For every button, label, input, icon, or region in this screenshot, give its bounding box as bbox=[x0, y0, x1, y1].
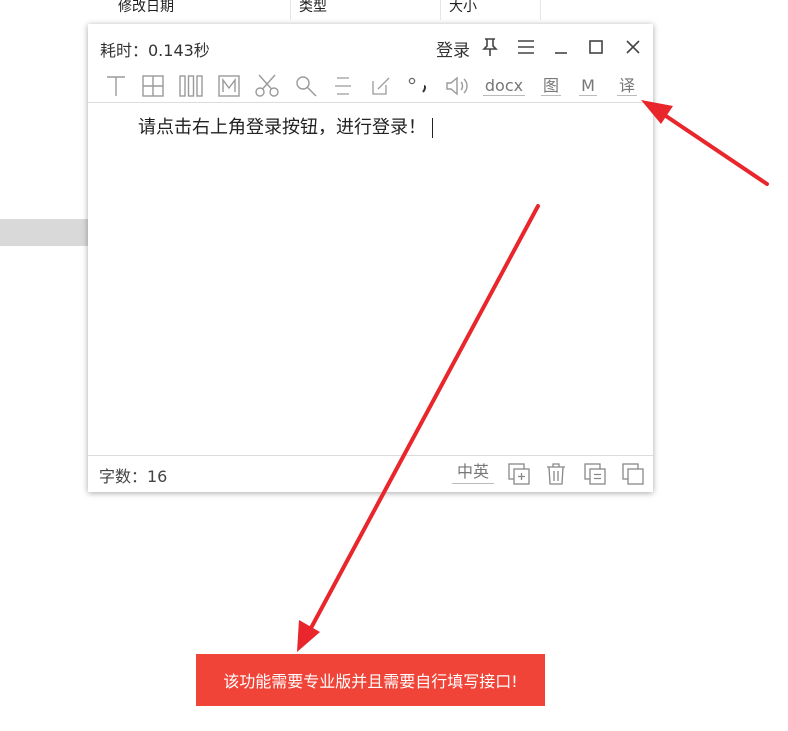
edit-icon[interactable] bbox=[370, 72, 392, 100]
copy-text-icon[interactable] bbox=[584, 463, 606, 485]
word-count: 字数：16 bbox=[99, 467, 168, 486]
minimize-icon[interactable] bbox=[550, 36, 572, 58]
docx-label: docx bbox=[482, 75, 526, 96]
speaker-icon[interactable] bbox=[444, 72, 470, 100]
add-page-icon[interactable] bbox=[508, 463, 530, 485]
column-type[interactable]: 类型 bbox=[291, 0, 441, 20]
trash-icon[interactable] bbox=[545, 463, 567, 485]
background-selection-bar bbox=[0, 219, 88, 246]
translate-button[interactable]: 译 bbox=[616, 72, 638, 100]
m-label: M bbox=[579, 75, 597, 96]
align-lines-icon[interactable] bbox=[332, 72, 354, 100]
pin-icon[interactable] bbox=[479, 36, 501, 58]
elapsed-time: 耗时：0.143秒 bbox=[100, 41, 210, 60]
arrow-to-toast-head bbox=[297, 620, 320, 652]
scissors-icon[interactable] bbox=[254, 72, 280, 100]
title-bar[interactable]: 耗时：0.143秒 登录 bbox=[88, 24, 653, 68]
maximize-icon[interactable] bbox=[585, 36, 607, 58]
text-caret bbox=[432, 118, 433, 138]
language-toggle[interactable]: 中英 bbox=[452, 461, 495, 484]
editor-content: 请点击右上角登录按钮，进行登录！ bbox=[138, 113, 433, 139]
login-button[interactable]: 登录 bbox=[436, 36, 470, 61]
translate-label: 译 bbox=[616, 75, 637, 96]
arrow-to-translate-line bbox=[658, 110, 769, 186]
markdown-box-icon[interactable] bbox=[217, 72, 241, 100]
docx-button[interactable]: docx bbox=[478, 72, 530, 100]
editor-text-span: 请点击右上角登录按钮，进行登录！ bbox=[138, 117, 426, 138]
status-bar: 字数：16 中英 bbox=[88, 456, 653, 492]
punctuation-icon[interactable] bbox=[406, 72, 432, 100]
close-icon[interactable] bbox=[622, 36, 644, 58]
image-label: 图 bbox=[540, 75, 561, 96]
column-modified-date[interactable]: 修改日期 bbox=[110, 0, 291, 20]
image-button[interactable]: 图 bbox=[540, 72, 562, 100]
toast-message: 该功能需要专业版并且需要自行填写接口! bbox=[223, 672, 518, 691]
m-button[interactable]: M bbox=[577, 72, 599, 100]
file-list-header: 修改日期 类型 大小 bbox=[110, 0, 541, 20]
text-editor[interactable]: 请点击右上角登录按钮，进行登录！ bbox=[88, 103, 653, 454]
toolbar: docx 图 M 译 bbox=[88, 68, 653, 102]
ocr-window: 耗时：0.143秒 登录 docx 图 M 译 请点击右上角登录按钮，进行登录！… bbox=[88, 24, 653, 492]
search-icon[interactable] bbox=[294, 72, 318, 100]
copy-icon[interactable] bbox=[622, 463, 644, 485]
pro-version-toast: 该功能需要专业版并且需要自行填写接口! bbox=[196, 654, 545, 706]
menu-icon[interactable] bbox=[515, 36, 537, 58]
text-layout-icon[interactable] bbox=[104, 72, 128, 100]
columns-icon[interactable] bbox=[178, 72, 204, 100]
column-size[interactable]: 大小 bbox=[441, 0, 541, 20]
table-icon[interactable] bbox=[141, 72, 165, 100]
